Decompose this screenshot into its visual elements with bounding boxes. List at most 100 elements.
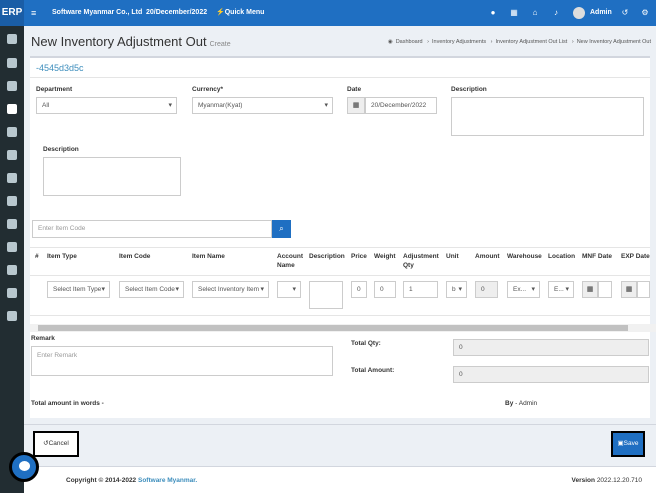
breadcrumb-separator: › (490, 39, 493, 45)
sidebar-calculator-icon[interactable] (7, 34, 17, 44)
sidebar-box-icon[interactable] (7, 104, 17, 114)
calculator-icon[interactable]: ▦ (509, 8, 519, 18)
col-mnf-date: MNF Date (582, 253, 612, 260)
app-logo[interactable]: ERP (0, 0, 24, 26)
sidebar-cart-icon[interactable] (7, 150, 17, 160)
col-unit: Unit (446, 253, 459, 260)
total-qty-value: 0 (453, 339, 649, 356)
quick-menu-label: Quick Menu (224, 9, 265, 16)
department-label: Department (36, 86, 73, 93)
scrollbar-thumb[interactable] (38, 325, 628, 331)
sidebar-card-icon[interactable] (7, 81, 17, 91)
breadcrumb-current: New Inventory Adjustment Out (576, 39, 651, 45)
breadcrumb: ◉ Dashboard › Inventory Adjustments › Inven… (385, 39, 651, 45)
bell-icon[interactable]: ♪ (551, 8, 561, 18)
sidebar-leaf-icon[interactable] (7, 242, 17, 252)
divider (30, 315, 650, 316)
description2-textarea[interactable] (43, 157, 181, 196)
breadcrumb-separator: › (571, 39, 574, 45)
department-select[interactable]: All (36, 97, 177, 114)
row-description-textarea[interactable] (309, 281, 343, 309)
divider (24, 424, 656, 425)
sidebar-clipboard-icon[interactable] (7, 127, 17, 137)
calendar-icon[interactable]: ▦ (347, 97, 365, 114)
total-amount-label: Total Amount: (351, 367, 395, 374)
cancel-button[interactable]: ↺Cancel (33, 431, 79, 457)
created-by: By - Admin (505, 400, 537, 407)
unit-select[interactable]: b (446, 281, 467, 298)
sidebar-settings-icon[interactable] (7, 265, 17, 275)
description-textarea[interactable] (451, 97, 644, 136)
col-price: Price (351, 253, 367, 260)
search-icon: ⌕ (279, 224, 284, 233)
col-description: Description (309, 253, 345, 260)
item-type-select[interactable]: Select Item Type (47, 281, 110, 298)
version: Version 2022.12.20.710 (572, 477, 642, 484)
refresh-icon[interactable]: ↺ (620, 8, 630, 18)
by-label: By (505, 400, 514, 407)
date-input[interactable]: 20/December/2022 (365, 97, 437, 114)
breadcrumb-adjustment-out-list[interactable]: Inventory Adjustment Out List (495, 39, 567, 45)
item-name-select[interactable]: Select Inventory Item (192, 281, 269, 298)
breadcrumb-separator: › (427, 39, 429, 45)
page-subtitle: Create (209, 41, 231, 48)
cancel-label: Cancel (48, 440, 69, 447)
location-select[interactable]: E... (548, 281, 574, 298)
document-code: -4545d3d5c (36, 63, 84, 73)
sidebar-truck-icon[interactable] (7, 196, 17, 206)
col-location: Location (548, 253, 576, 260)
version-number: 2022.12.20.710 (596, 477, 642, 484)
sidebar (0, 26, 24, 493)
avatar[interactable] (573, 7, 585, 19)
brand-link[interactable]: Software Myanmar. (138, 477, 197, 484)
chat-icon[interactable]: ● (488, 8, 498, 18)
col-exp-date: EXP Date (621, 253, 650, 260)
save-button[interactable]: ▣Save (611, 431, 645, 457)
gear-icon[interactable]: ⚙ (640, 8, 650, 18)
sidebar-bar-chart-icon[interactable] (7, 219, 17, 229)
price-input[interactable]: 0 (351, 281, 367, 298)
mnf-date-input[interactable] (598, 281, 612, 298)
col-weight: Weight (374, 253, 396, 260)
exp-date-input[interactable] (637, 281, 650, 298)
copyright: Copyright © 2014-2022 Software Myanmar. (66, 477, 197, 484)
search-button[interactable]: ⌕ (272, 220, 291, 238)
chat-widget-button[interactable] (9, 452, 39, 482)
account-name-select[interactable] (277, 281, 301, 298)
col-amount: Amount (475, 253, 500, 260)
version-label: Version (571, 477, 595, 484)
item-code-select[interactable]: Select Item Code (119, 281, 184, 298)
sidebar-chart-icon[interactable] (7, 58, 17, 68)
horizontal-scrollbar[interactable] (30, 324, 656, 332)
page-title: New Inventory Adjustment Out Create (31, 34, 231, 49)
col-adjustment-qty: Adjustment Qty (403, 253, 439, 269)
current-date: 20/December/2022 (146, 9, 208, 16)
top-navbar: ERP ≡ Software Myanmar Co., Ltd 20/Decem… (0, 0, 656, 26)
mnf-calendar-icon[interactable]: ▦ (582, 281, 598, 298)
exp-calendar-icon[interactable]: ▦ (621, 281, 637, 298)
menu-toggle-icon[interactable]: ≡ (31, 0, 36, 26)
company-name: Software Myanmar Co., Ltd (52, 9, 143, 16)
currency-select[interactable]: Myanmar(Kyat) (192, 97, 333, 114)
adjustment-qty-input[interactable]: 1 (403, 281, 438, 298)
sidebar-comment-icon[interactable] (7, 311, 17, 321)
sidebar-book-icon[interactable] (7, 288, 17, 298)
item-code-search-input[interactable]: Enter Item Code (32, 220, 272, 238)
breadcrumb-dashboard[interactable]: Dashboard (396, 39, 423, 45)
remark-label: Remark (31, 335, 55, 342)
warehouse-select[interactable]: Ex... (507, 281, 540, 298)
weight-input[interactable]: 0 (374, 281, 396, 298)
quick-menu-link[interactable]: ⚡Quick Menu (216, 0, 264, 26)
divider (30, 275, 650, 276)
home-icon[interactable]: ⌂ (530, 8, 540, 18)
total-qty-label: Total Qty: (351, 340, 381, 347)
col-item-type: Item Type (47, 253, 77, 260)
remark-textarea[interactable]: Enter Remark (31, 346, 333, 376)
copyright-text: Copyright © 2014-2022 (66, 477, 137, 484)
breadcrumb-inventory-adjustments[interactable]: Inventory Adjustments (432, 39, 486, 45)
user-name[interactable]: Admin (590, 0, 612, 26)
description2-label: Description (43, 146, 79, 153)
col-item-name: Item Name (192, 253, 225, 260)
sidebar-diamond-icon[interactable] (7, 173, 17, 183)
amount-input: 0 (475, 281, 498, 298)
